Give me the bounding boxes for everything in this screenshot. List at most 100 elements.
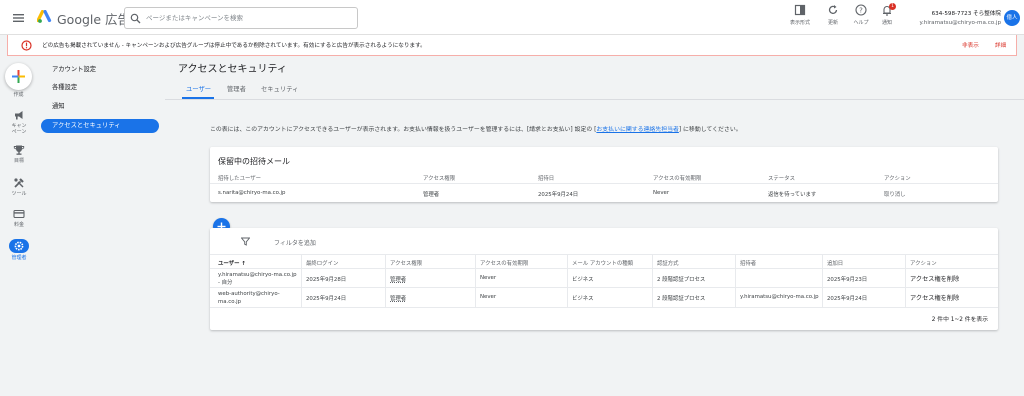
description-text-after: ] に移動してください。 (678, 127, 742, 133)
pending-header-action: アクション (884, 176, 911, 182)
pagination-summary: 2 件中 1~2 件を表示 (931, 317, 988, 323)
pending-revoke-link[interactable]: 取り消し (884, 190, 906, 198)
row2-access-dropdown[interactable]: 管理者 (390, 294, 406, 302)
header-access[interactable]: アクセス権限 (390, 259, 422, 267)
sort-arrow-icon: ↑ (241, 261, 246, 267)
create-label: 作成 (13, 92, 24, 98)
refresh-button[interactable]: 更新 (820, 4, 846, 26)
header-account-type[interactable]: メール アカウントの種類 (572, 259, 633, 267)
rail-admin-highlight (9, 239, 29, 253)
search-icon (130, 13, 141, 24)
row2-account-type: ビジネス (572, 296, 594, 302)
top-app-bar: Google 広告 表示形式 更新 ? ヘルプ 1 通知 634-598-772… (0, 0, 1024, 35)
admin-gear-icon (14, 241, 24, 251)
pending-header-inviter: 招待したユーザー (218, 176, 262, 182)
row2-inviter: y.hiramatsu@chiryo-ma.co.jp (740, 294, 819, 300)
header-inviter[interactable]: 招待者 (740, 259, 756, 267)
add-filter-button[interactable]: フィルタを追加 (274, 238, 316, 247)
rail-item-tools[interactable]: ツール (0, 177, 38, 197)
description-text-before: この表には、このアカウントにアクセスできるユーザーが表示されます。お支払い情報を… (210, 127, 597, 133)
header-last-login[interactable]: 最終ログイン (306, 259, 338, 267)
row1-added: 2025年9月23日 (827, 277, 868, 283)
search-input[interactable] (146, 11, 351, 25)
alert-details-link[interactable]: 詳細 (995, 41, 1006, 49)
row-divider (210, 287, 998, 288)
campaign-icon (15, 111, 23, 120)
submenu-account-settings[interactable]: アカウント設定 (41, 63, 159, 77)
google-ads-logo-icon (37, 10, 52, 23)
row2-auth: 2 段階認証プロセス (657, 296, 706, 302)
rail-item-billing[interactable]: 料金 (0, 208, 38, 228)
billing-icon (13, 209, 25, 219)
rail-item-campaigns[interactable]: キャン ペーン (0, 109, 38, 135)
help-button[interactable]: ? ヘルプ (848, 4, 874, 26)
svg-text:?: ? (859, 7, 863, 15)
notifications-button[interactable]: 1 通知 (874, 3, 900, 26)
row1-last-login: 2025年9月28日 (306, 277, 347, 283)
refresh-label: 更新 (827, 20, 838, 26)
header-expiry[interactable]: アクセスの有効期限 (480, 259, 528, 267)
header-auth[interactable]: 認証方式 (657, 259, 679, 267)
page-description: この表には、このアカウントにアクセスできるユーザーが表示されます。お支払い情報を… (210, 124, 742, 133)
hamburger-menu-icon[interactable] (12, 11, 26, 25)
row1-access-dropdown[interactable]: 管理者 (390, 275, 406, 283)
account-id: 634-598-7723 そら整体院 (931, 11, 1001, 17)
pending-invitations-card: 保留中の招待メール 招待したユーザー アクセス権限 招待日 アクセスの有効期限 … (210, 147, 998, 202)
appearance-button[interactable]: 表示形式 (787, 4, 813, 26)
pending-header-invite-date: 招待日 (538, 176, 555, 182)
row1-user: y.hiramatsu@chiryo-ma.co.jp - 自分 (218, 271, 297, 287)
column-divider (567, 255, 568, 308)
header-user[interactable]: ユーザー ↑ (218, 259, 246, 267)
pending-cell-access: 管理者 (423, 192, 440, 198)
alert-hide-button[interactable]: 非表示 (962, 41, 979, 49)
appearance-label: 表示形式 (789, 20, 810, 26)
column-divider (905, 255, 906, 308)
header-action: アクション (910, 261, 937, 267)
create-button[interactable] (5, 63, 32, 90)
row1-account-type: ビジネス (572, 277, 594, 283)
users-table-card: ユーザー ↑ 最終ログイン アクセス権限 アクセスの有効期限 メール アカウント… (210, 228, 998, 330)
rail-item-admin[interactable]: 管理者 (0, 239, 38, 261)
tools-icon (14, 178, 24, 188)
error-icon (21, 40, 32, 51)
pending-header-status: ステータス (768, 176, 795, 182)
row2-user-suffix: ma.co.jp (218, 299, 242, 305)
rail-item-goals[interactable]: 目標 (0, 144, 38, 164)
tab-security[interactable]: セキュリティ (261, 84, 298, 93)
header-added[interactable]: 追加日 (827, 259, 843, 267)
brand-name: Google 広告 (57, 12, 131, 27)
search-box[interactable] (124, 7, 358, 29)
account-info[interactable]: 634-598-7723 そら整体院 y.hiramatsu@chiryo-ma… (905, 9, 1001, 26)
submenu-notifications[interactable]: 通知 (41, 100, 159, 114)
help-icon: ? (855, 4, 867, 16)
appearance-icon (794, 4, 806, 16)
tab-managers[interactable]: 管理者 (227, 84, 246, 93)
row1-remove-access-button[interactable]: アクセス権を削除 (910, 274, 959, 283)
tab-users[interactable]: ユーザー (186, 84, 211, 93)
header-divider (210, 268, 998, 269)
help-label: ヘルプ (853, 20, 869, 26)
rail-label-billing: 料金 (13, 222, 24, 228)
row1-user-email: y.hiramatsu@chiryo-ma.co.jp (218, 272, 297, 278)
submenu-access-security[interactable]: アクセスとセキュリティ (41, 119, 159, 133)
pending-cell-status: 返信を待っています (768, 192, 817, 198)
row2-added: 2025年9月24日 (827, 296, 868, 302)
alert-banner: どの広告も掲載されていません - キャンペーンおよび広告グループは停止中であるか… (7, 35, 1017, 56)
pending-header-divider (210, 183, 998, 184)
column-divider (475, 255, 476, 308)
pending-invitations-title: 保留中の招待メール (218, 157, 290, 166)
filter-icon[interactable] (241, 237, 250, 246)
row2-remove-access-button[interactable]: アクセス権を削除 (910, 293, 959, 302)
row1-user-suffix: - 自分 (218, 280, 233, 286)
payments-contact-link[interactable]: お支払いに関する連絡先担当者 (596, 127, 678, 133)
row2-expiry: Never (480, 294, 497, 300)
submenu-preferences[interactable]: 各種設定 (41, 81, 159, 95)
row2-last-login: 2025年9月24日 (306, 296, 347, 302)
trophy-icon (13, 145, 25, 155)
column-divider (822, 255, 823, 308)
account-email: y.hiramatsu@chiryo-ma.co.jp (919, 20, 1001, 26)
pending-header-access: アクセス権限 (423, 176, 456, 182)
rail-label-goals: 目標 (13, 158, 24, 164)
avatar[interactable]: 億人 (1004, 10, 1020, 26)
alert-message: どの広告も掲載されていません - キャンペーンおよび広告グループは停止中であるか… (42, 43, 426, 49)
